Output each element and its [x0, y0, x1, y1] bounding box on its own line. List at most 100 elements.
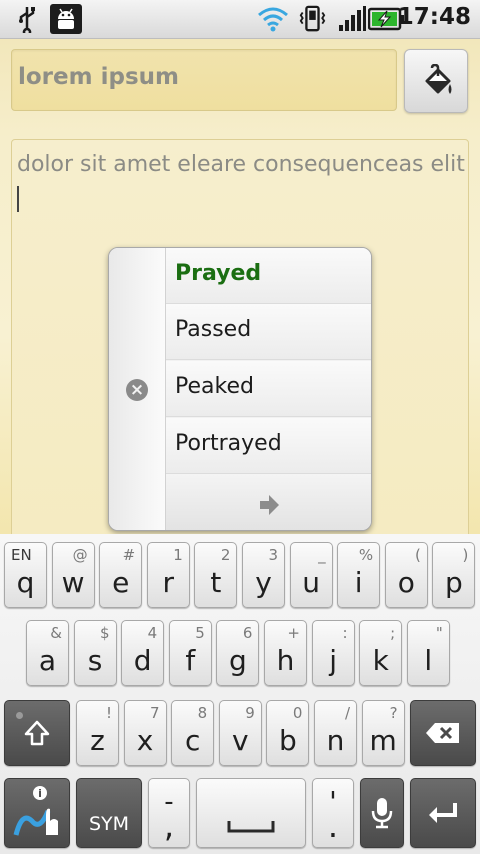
key-alt-label: !: [105, 704, 112, 722]
key-alt-label: 5: [195, 624, 205, 642]
key-alt-label: 2: [220, 546, 231, 564]
key-label: b: [279, 724, 297, 757]
key-label: a: [38, 644, 57, 677]
key-j[interactable]: :j: [311, 620, 355, 686]
title-placeholder: lorem ipsum: [18, 64, 179, 90]
key-label: g: [229, 644, 247, 677]
key-n[interactable]: / n: [314, 700, 357, 766]
sym-label: SYM: [88, 813, 130, 835]
key-i[interactable]: % i: [337, 542, 381, 608]
key-label: s: [87, 644, 103, 677]
key-label: j: [329, 644, 337, 677]
key-s[interactable]: $ s: [73, 620, 117, 686]
dismiss-icon[interactable]: ×: [126, 379, 148, 401]
key-h[interactable]: + h: [264, 620, 307, 686]
suggestion-top[interactable]: Prayed: [166, 248, 371, 304]
key-label: w: [61, 566, 85, 599]
key-label: v: [232, 724, 249, 757]
paint-button[interactable]: [404, 49, 468, 113]
key-alt-label: 0: [292, 704, 303, 722]
key-v[interactable]: 9v: [218, 700, 262, 766]
key-alt-label: ): [462, 546, 469, 564]
key-alt-label: +: [287, 624, 300, 642]
key-alt-label: :: [342, 624, 348, 642]
key-alt-label: 1: [173, 546, 183, 564]
suggestion-item[interactable]: Peaked: [166, 361, 371, 417]
key-k[interactable]: ; k: [359, 620, 403, 686]
key-alt-label: 3: [268, 546, 278, 564]
key-label: m: [369, 724, 397, 757]
suggestion-label: Portrayed: [175, 431, 282, 456]
vibrate-icon: [299, 5, 326, 32]
svg-text:i: i: [38, 787, 42, 800]
signal-icon: [339, 6, 366, 31]
usb-icon: [19, 7, 35, 33]
key-alt-label: 6: [242, 624, 253, 642]
key-p[interactable]: ) p: [432, 542, 476, 608]
key-label: e: [112, 566, 130, 599]
key-b[interactable]: 0b: [266, 700, 310, 766]
more-suggestions-button[interactable]: [166, 474, 371, 530]
key-z[interactable]: ! z: [76, 700, 119, 766]
key-label: f: [185, 644, 196, 677]
key-x[interactable]: 7x: [123, 700, 167, 766]
key-w[interactable]: @ w: [51, 542, 95, 608]
body-text: dolor sit amet eleare consequenceas elit: [17, 152, 465, 177]
wifi-icon: [258, 7, 288, 32]
key-alt-label: 8: [197, 704, 208, 722]
microphone-icon: [371, 798, 393, 829]
suggestion-label: Passed: [175, 317, 252, 342]
key-q[interactable]: EN q: [4, 542, 47, 608]
key-m[interactable]: ? m: [361, 700, 405, 766]
key-label: x: [136, 724, 154, 757]
key-label: y: [255, 566, 272, 599]
key-g[interactable]: 6g: [216, 620, 260, 686]
apostrophe-period-key[interactable]: ' .: [312, 778, 354, 848]
key-alt-label: (: [414, 546, 421, 564]
key-e[interactable]: # e: [99, 542, 143, 608]
key-t[interactable]: 2t: [194, 542, 238, 608]
key-alt-label: /: [344, 704, 350, 722]
key-label: c: [184, 724, 201, 757]
enter-key[interactable]: [410, 778, 476, 848]
key-label: p: [445, 566, 463, 599]
key-r[interactable]: 1r: [146, 542, 190, 608]
sym-key[interactable]: SYM: [76, 778, 142, 848]
key-label: u: [302, 566, 320, 599]
key-u[interactable]: _ u: [289, 542, 333, 608]
title-input[interactable]: lorem ipsum: [11, 49, 397, 111]
key-c[interactable]: 8c: [171, 700, 215, 766]
space-key[interactable]: [196, 778, 306, 848]
key-alt-label: $: [100, 624, 110, 642]
key-d[interactable]: 4d: [121, 620, 165, 686]
key-label: l: [424, 644, 433, 677]
key-alt-label: 7: [150, 704, 160, 722]
dash-comma-key[interactable]: - ,: [148, 778, 190, 848]
key-alt-label: @: [72, 546, 88, 564]
key-alt-label: #: [122, 546, 136, 564]
key-f[interactable]: 5f: [168, 620, 212, 686]
comma-label: ,: [163, 807, 175, 845]
key-alt-label: ": [435, 624, 443, 642]
key-a[interactable]: & a: [26, 620, 69, 686]
key-label: o: [397, 566, 415, 599]
suggestion-popup: × Prayed Passed Peaked Portrayed: [108, 247, 372, 531]
swype-icon: i: [13, 786, 58, 836]
mic-key[interactable]: [360, 778, 404, 848]
arrow-right-icon: [260, 495, 279, 515]
key-alt-label: EN: [11, 546, 32, 564]
suggestion-item[interactable]: Portrayed: [166, 418, 371, 474]
key-label: h: [276, 644, 295, 677]
key-label: q: [16, 566, 35, 599]
key-alt-label: 4: [147, 624, 158, 642]
enter-icon: [429, 803, 457, 823]
backspace-key[interactable]: [410, 700, 476, 766]
shift-key[interactable]: [4, 700, 70, 766]
period-label: .: [327, 807, 339, 845]
key-y[interactable]: 3y: [242, 542, 285, 608]
key-o[interactable]: (o: [384, 542, 428, 608]
key-alt-label: 9: [245, 704, 255, 722]
swype-key[interactable]: i: [4, 778, 70, 848]
key-l[interactable]: " l: [406, 620, 450, 686]
suggestion-item[interactable]: Passed: [166, 304, 371, 360]
